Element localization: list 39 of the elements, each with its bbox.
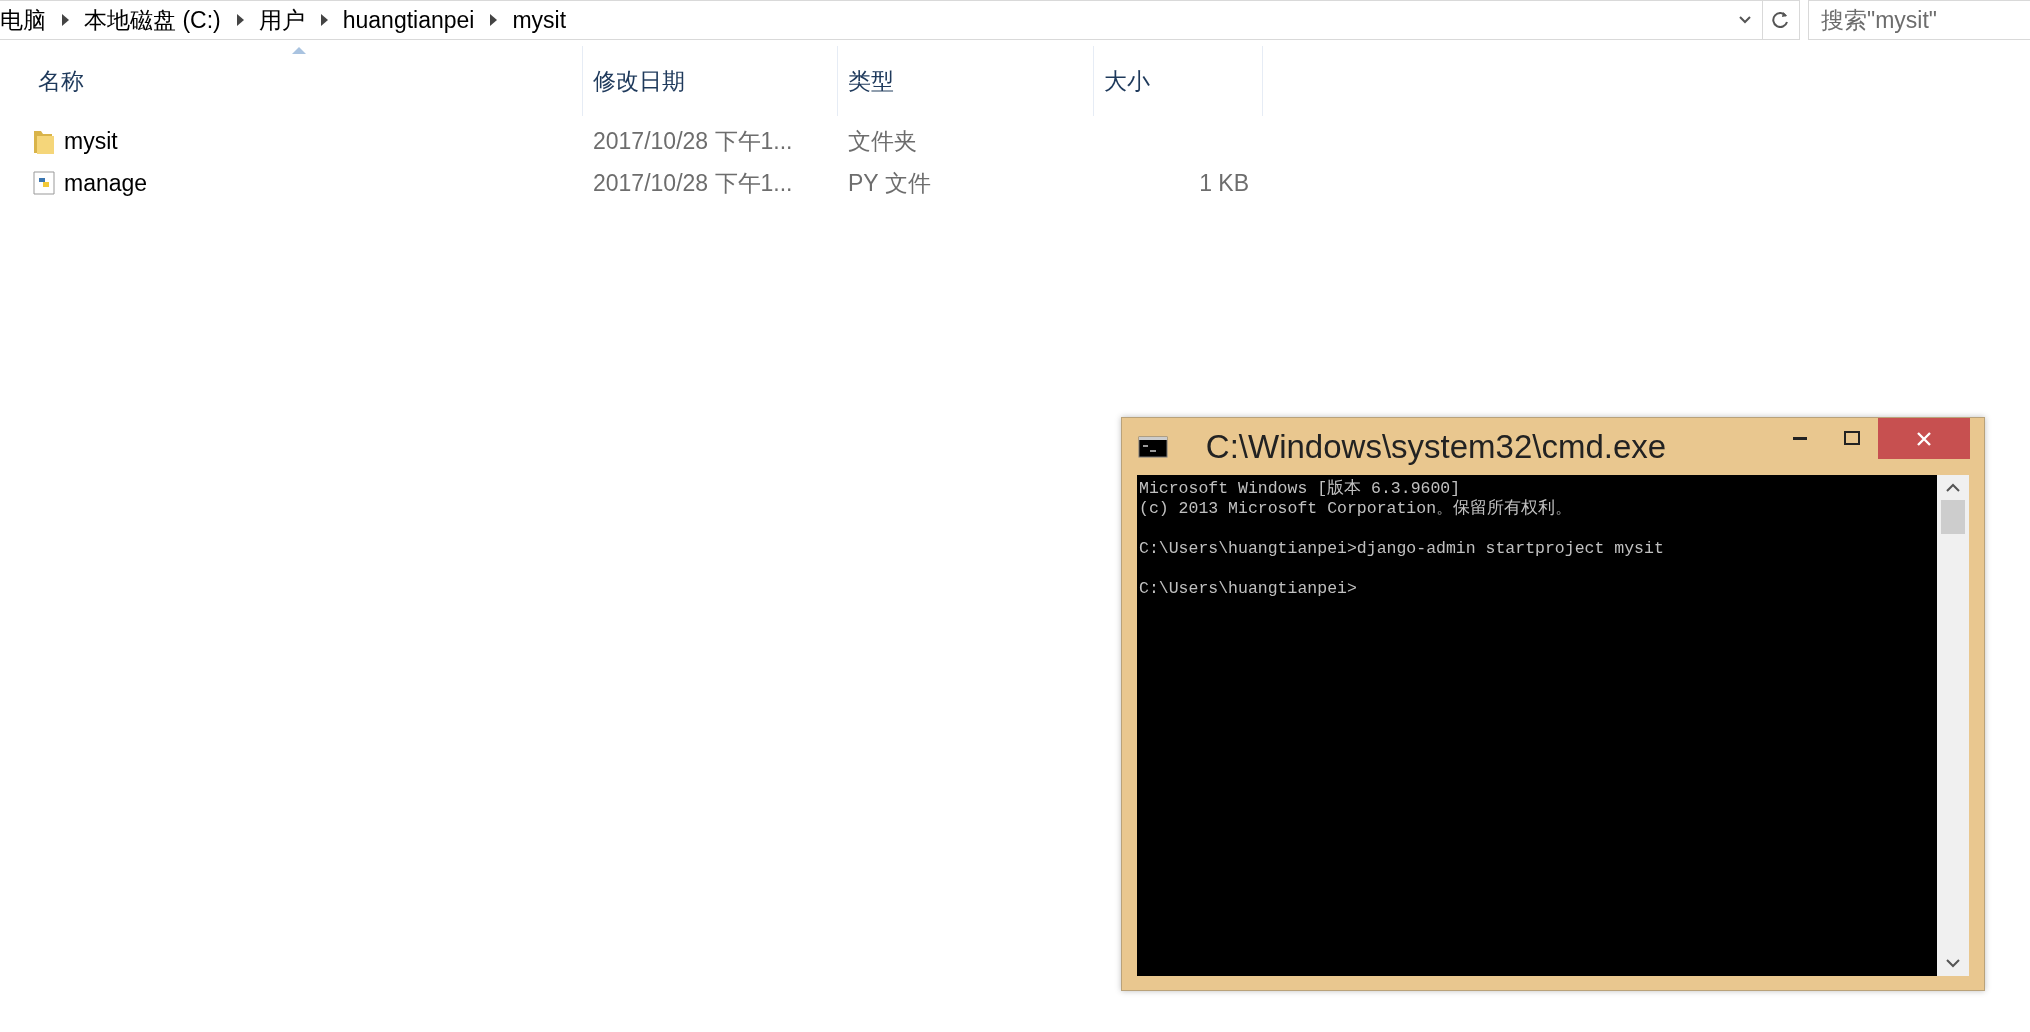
breadcrumb-item[interactable]: 本地磁盘 (C:) xyxy=(84,4,221,36)
file-type: 文件夹 xyxy=(848,127,917,154)
column-header[interactable]: 类型 xyxy=(838,46,1094,116)
breadcrumb-arrow-icon[interactable] xyxy=(318,14,329,26)
console-line: C:\Users\huangtianpei> xyxy=(1139,579,1357,599)
file-name[interactable]: mysit xyxy=(64,127,118,155)
console-line: Microsoft Windows [版本 6.3.9600] xyxy=(1139,479,1461,499)
breadcrumb-item[interactable]: 电脑 xyxy=(0,4,46,36)
column-header-label: 类型 xyxy=(848,66,894,96)
breadcrumb-item[interactable]: mysit xyxy=(512,6,567,34)
scrollbar[interactable] xyxy=(1937,475,1969,976)
column-header[interactable]: 名称 xyxy=(28,46,583,116)
column-header-label: 大小 xyxy=(1104,66,1150,96)
console-icon xyxy=(1138,435,1168,458)
refresh-icon xyxy=(1772,10,1790,30)
minimize-icon xyxy=(1793,436,1807,440)
breadcrumb-item[interactable]: huangtianpei xyxy=(342,6,475,34)
console-line: (c) 2013 Microsoft Corporation。保留所有权利。 xyxy=(1139,499,1573,519)
column-header-label: 名称 xyxy=(38,66,84,96)
scrollbar-thumb[interactable] xyxy=(1941,500,1965,534)
close-icon xyxy=(1917,431,1931,446)
column-header-label: 修改日期 xyxy=(593,66,685,96)
breadcrumb-item[interactable]: 用户 xyxy=(258,4,305,36)
breadcrumb-arrow-icon[interactable] xyxy=(488,14,499,26)
breadcrumb-arrow-icon[interactable] xyxy=(234,14,245,26)
python-file-icon xyxy=(32,169,56,197)
column-header[interactable]: 修改日期 xyxy=(583,46,838,116)
file-size: 1 KB xyxy=(1199,169,1249,196)
column-header[interactable]: 大小 xyxy=(1094,46,1263,116)
modified-date: 2017/10/28 下午1... xyxy=(593,169,793,196)
search-field[interactable]: 搜索"mysit" xyxy=(1808,0,2030,40)
file-type: PY 文件 xyxy=(848,169,931,196)
maximize-icon xyxy=(1844,431,1860,445)
window-title: C:\Windows\system32\cmd.exe xyxy=(1204,427,1668,466)
modified-date: 2017/10/28 下午1... xyxy=(593,127,793,154)
breadcrumb-arrow-icon[interactable] xyxy=(60,14,70,26)
file-name[interactable]: manage xyxy=(64,169,148,197)
console-line: C:\Users\huangtianpei>django-admin startproject mysit xyxy=(1139,539,1664,559)
dropdown-chevron-icon[interactable] xyxy=(1738,15,1752,25)
